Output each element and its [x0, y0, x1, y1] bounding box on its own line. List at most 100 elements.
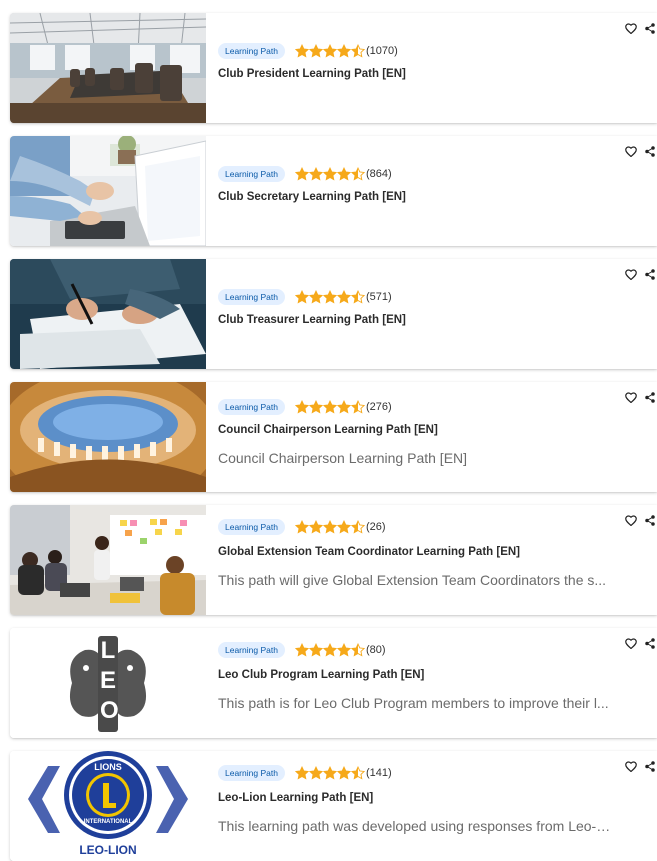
card-title[interactable]: Council Chairperson Learning Path [EN]: [218, 424, 438, 436]
star-half-icon: [350, 643, 365, 657]
rating-count: (26): [365, 521, 386, 533]
star-full-icon: [322, 44, 337, 58]
heart-icon[interactable]: [625, 515, 637, 526]
share-icon[interactable]: [645, 146, 655, 157]
star-full-icon: [308, 290, 323, 304]
card-title[interactable]: Leo Club Program Learning Path [EN]: [218, 669, 424, 681]
card-title[interactable]: Club Treasurer Learning Path [EN]: [218, 314, 406, 326]
star-full-icon: [336, 290, 351, 304]
rating-count: (571): [365, 291, 392, 303]
learning-path-badge: Learning Path: [218, 43, 285, 59]
heart-icon[interactable]: [625, 269, 637, 280]
star-full-icon: [322, 520, 337, 534]
star-rating: [294, 643, 365, 657]
leo-logo[interactable]: LEO: [10, 628, 206, 738]
rating-count: (276): [365, 401, 392, 413]
star-full-icon: [322, 167, 337, 181]
learning-path-badge: Learning Path: [218, 289, 285, 305]
rating-count: (864): [365, 168, 392, 180]
rating-count: (1070): [365, 45, 398, 57]
learning-path-card[interactable]: Learning Path (571) Club Treasurer Learn…: [10, 259, 657, 369]
card-body: Learning Path (141) Leo-Lion Learning Pa…: [218, 751, 618, 861]
star-full-icon: [308, 520, 323, 534]
star-half-icon: [350, 290, 365, 304]
leo-lion-logo[interactable]: LIONS INTERNATIONAL LEO-LION: [10, 751, 206, 861]
card-title[interactable]: Global Extension Team Coordinator Learni…: [218, 546, 520, 558]
international-text: INTERNATIONAL: [83, 819, 133, 825]
star-rating: [294, 44, 365, 58]
star-full-icon: [336, 400, 351, 414]
heart-icon[interactable]: [625, 23, 637, 34]
star-full-icon: [308, 400, 323, 414]
learning-path-card[interactable]: Learning Path (276) Council Chairperson …: [10, 382, 657, 492]
star-half-icon: [350, 167, 365, 181]
star-full-icon: [336, 766, 351, 780]
card-title[interactable]: Club Secretary Learning Path [EN]: [218, 191, 406, 203]
learning-path-card[interactable]: Learning Path (26) Global Extension Team…: [10, 505, 657, 615]
star-full-icon: [322, 290, 337, 304]
card-description: This learning path was developed using r…: [218, 818, 618, 834]
learning-path-card[interactable]: Learning Path (1070) Club President Lear…: [10, 13, 657, 123]
star-full-icon: [308, 44, 323, 58]
learning-path-badge: Learning Path: [218, 642, 285, 658]
dome-ceiling-image[interactable]: [10, 382, 206, 492]
signing-document-image[interactable]: [10, 259, 206, 369]
learning-path-badge: Learning Path: [218, 166, 285, 182]
star-full-icon: [336, 44, 351, 58]
learning-path-badge: Learning Path: [218, 399, 285, 415]
card-body: Learning Path (26) Global Extension Team…: [218, 505, 617, 615]
share-icon[interactable]: [645, 638, 655, 649]
card-description: Council Chairperson Learning Path [EN]: [218, 450, 468, 466]
card-body: Learning Path (80) Leo Club Program Lear…: [218, 628, 617, 738]
star-half-icon: [350, 400, 365, 414]
learning-path-card[interactable]: Learning Path (864) Club Secretary Learn…: [10, 136, 657, 246]
heart-icon[interactable]: [625, 392, 637, 403]
star-full-icon: [336, 520, 351, 534]
star-half-icon: [350, 520, 365, 534]
star-full-icon: [308, 167, 323, 181]
star-full-icon: [336, 643, 351, 657]
team-meeting-image[interactable]: [10, 505, 206, 615]
star-rating: [294, 167, 365, 181]
heart-icon[interactable]: [625, 761, 637, 772]
lions-text: LIONS: [94, 762, 122, 772]
card-body: Learning Path (276) Council Chairperson …: [218, 382, 617, 492]
star-full-icon: [308, 766, 323, 780]
star-full-icon: [308, 643, 323, 657]
star-rating: [294, 766, 365, 780]
star-rating: [294, 400, 365, 414]
card-body: Learning Path (571) Club Treasurer Learn…: [218, 259, 617, 369]
conference-room-image[interactable]: [10, 13, 206, 123]
share-icon[interactable]: [645, 23, 655, 34]
learning-path-card[interactable]: LEO Learning Path (80) Leo Club Program …: [10, 628, 657, 738]
card-body: Learning Path (1070) Club President Lear…: [218, 13, 617, 123]
share-icon[interactable]: [645, 761, 655, 772]
star-full-icon: [322, 643, 337, 657]
star-rating: [294, 290, 365, 304]
star-full-icon: [336, 167, 351, 181]
star-full-icon: [294, 400, 309, 414]
star-full-icon: [294, 520, 309, 534]
star-full-icon: [294, 766, 309, 780]
learning-path-badge: Learning Path: [218, 519, 285, 535]
rating-count: (141): [365, 767, 392, 779]
star-full-icon: [294, 643, 309, 657]
learning-path-list: Learning Path (1070) Club President Lear…: [0, 0, 657, 861]
learning-path-card[interactable]: LIONS INTERNATIONAL LEO-LION Learning Pa…: [10, 751, 657, 861]
card-body: Learning Path (864) Club Secretary Learn…: [218, 136, 617, 246]
star-full-icon: [322, 400, 337, 414]
share-icon[interactable]: [645, 392, 655, 403]
star-full-icon: [294, 167, 309, 181]
star-half-icon: [350, 44, 365, 58]
card-title[interactable]: Leo-Lion Learning Path [EN]: [218, 792, 373, 804]
share-icon[interactable]: [645, 515, 655, 526]
learning-path-badge: Learning Path: [218, 765, 285, 781]
card-title[interactable]: Club President Learning Path [EN]: [218, 68, 406, 80]
rating-count: (80): [365, 644, 386, 656]
share-icon[interactable]: [645, 269, 655, 280]
heart-icon[interactable]: [625, 146, 637, 157]
leo-logo-text: LEO: [100, 637, 119, 724]
star-rating: [294, 520, 365, 534]
heart-icon[interactable]: [625, 638, 637, 649]
laptop-desk-image[interactable]: [10, 136, 206, 246]
